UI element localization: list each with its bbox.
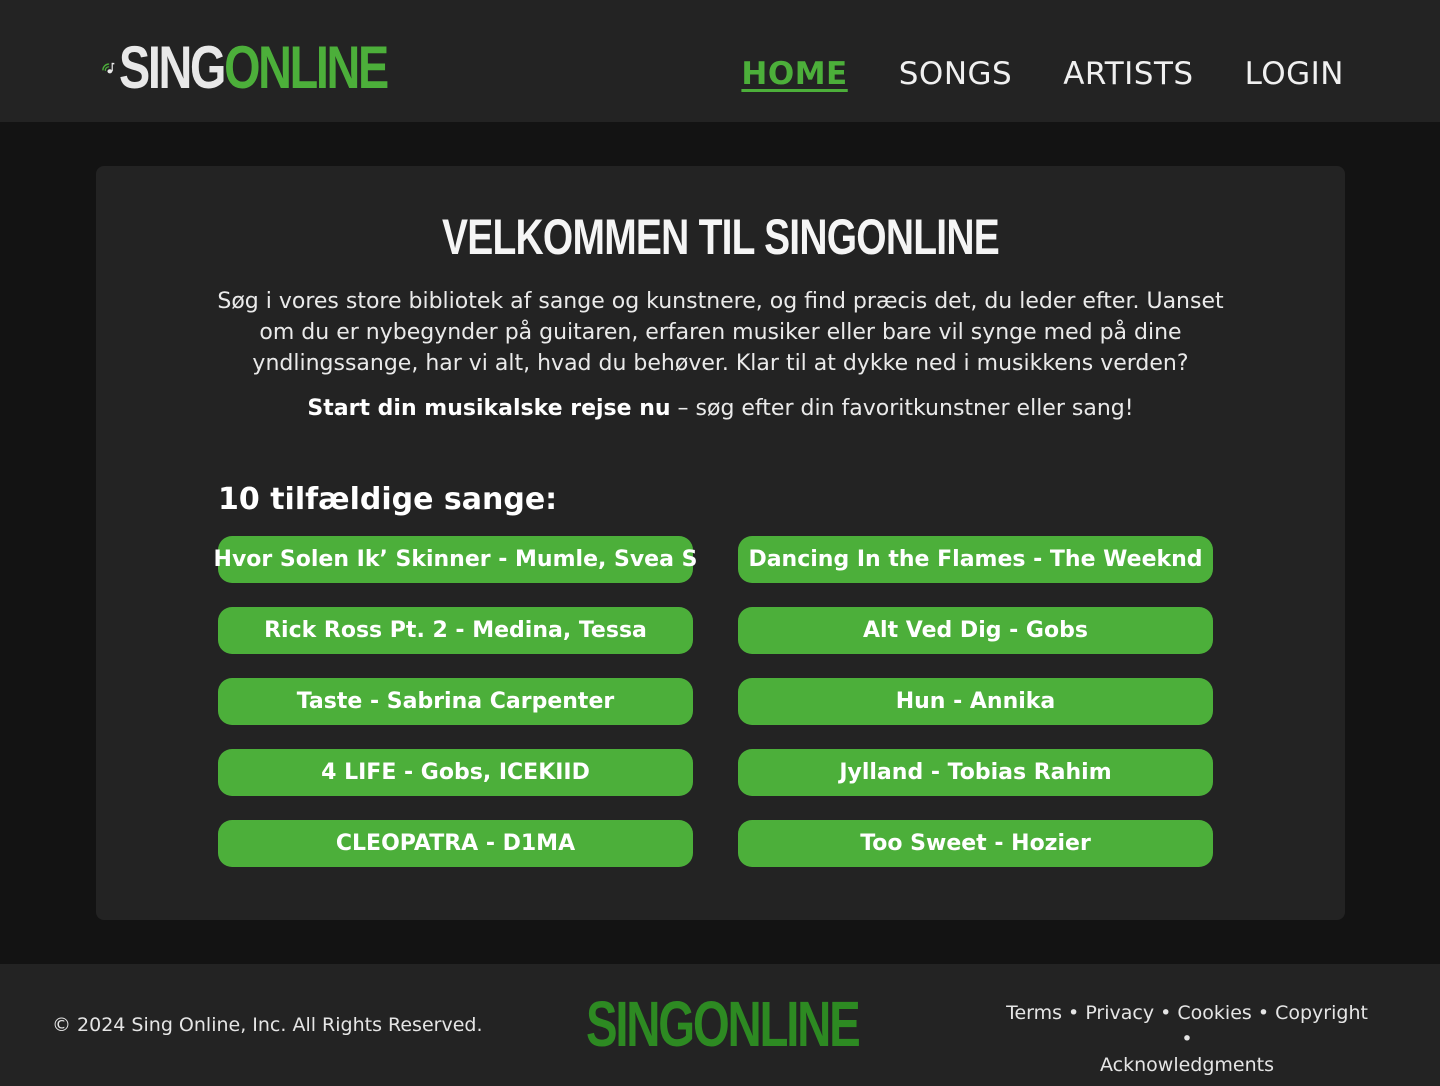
song-button[interactable]: Jylland - Tobias Rahim — [738, 749, 1213, 796]
cta-rest: – søg efter din favoritkunstner eller sa… — [670, 396, 1134, 421]
logo-text-online: ONLINE — [223, 34, 389, 101]
footer-link-privacy[interactable]: Privacy — [1085, 1002, 1154, 1024]
song-button[interactable]: Taste - Sabrina Carpenter — [218, 678, 693, 725]
cta-bold: Start din musikalske rejse nu — [307, 396, 671, 421]
random-songs-heading: 10 tilfældige sange: — [218, 482, 558, 517]
site-footer: © 2024 Sing Online, Inc. All Rights Rese… — [0, 964, 1440, 1086]
footer-links: Terms • Privacy • Cookies • Copyright • … — [1000, 1000, 1374, 1078]
site-logo[interactable]: SINGONLINE — [102, 28, 462, 108]
footer-link-terms[interactable]: Terms — [1006, 1002, 1062, 1024]
random-songs-grid: Hvor Solen Ik’ Skinner - Mumle, Svea S D… — [214, 536, 1213, 867]
song-button[interactable]: Hvor Solen Ik’ Skinner - Mumle, Svea S — [214, 536, 697, 583]
footer-separator: • — [1154, 1002, 1178, 1024]
footer-link-acknowledgments[interactable]: Acknowledgments — [1100, 1054, 1274, 1076]
footer-link-copyright[interactable]: Copyright — [1275, 1002, 1368, 1024]
song-button[interactable]: Dancing In the Flames - The Weeknd — [738, 536, 1213, 583]
footer-separator: • — [1181, 1028, 1193, 1050]
nav-login[interactable]: LOGIN — [1245, 54, 1344, 94]
welcome-card: VELKOMMEN TIL SINGONLINE Søg i vores sto… — [96, 166, 1345, 920]
page-title: VELKOMMEN TIL SINGONLINE — [233, 208, 1207, 266]
logo-text: SINGONLINE — [119, 38, 389, 98]
page-title-brand: SINGONLINE — [764, 209, 1000, 265]
nav-artists[interactable]: ARTISTS — [1063, 54, 1193, 94]
nav-songs[interactable]: SONGS — [899, 54, 1012, 94]
song-button[interactable]: Hun - Annika — [738, 678, 1213, 725]
copyright-text: © 2024 Sing Online, Inc. All Rights Rese… — [52, 1014, 483, 1036]
main-nav: HOME SONGS ARTISTS LOGIN — [741, 54, 1344, 94]
song-button[interactable]: 4 LIFE - Gobs, ICEKIID — [218, 749, 693, 796]
site-header: SINGONLINE HOME SONGS ARTISTS LOGIN — [0, 0, 1440, 122]
footer-separator: • — [1062, 1002, 1086, 1024]
footer-logo[interactable]: SINGONLINE — [586, 992, 861, 1056]
footer-separator: • — [1251, 1002, 1276, 1024]
intro-paragraph: Søg i vores store bibliotek af sange og … — [217, 289, 1224, 376]
cta-text: Start din musikalske rejse nu – søg efte… — [96, 396, 1345, 421]
music-note-signal-icon — [102, 62, 115, 74]
song-button[interactable]: Rick Ross Pt. 2 - Medina, Tessa — [218, 607, 693, 654]
footer-link-cookies[interactable]: Cookies — [1177, 1002, 1251, 1024]
nav-home[interactable]: HOME — [741, 54, 847, 94]
page-title-prefix: VELKOMMEN TIL — [442, 209, 765, 265]
song-button[interactable]: CLEOPATRA - D1MA — [218, 820, 693, 867]
logo-text-sing: SING — [118, 34, 226, 101]
song-button[interactable]: Too Sweet - Hozier — [738, 820, 1213, 867]
song-button[interactable]: Alt Ved Dig - Gobs — [738, 607, 1213, 654]
